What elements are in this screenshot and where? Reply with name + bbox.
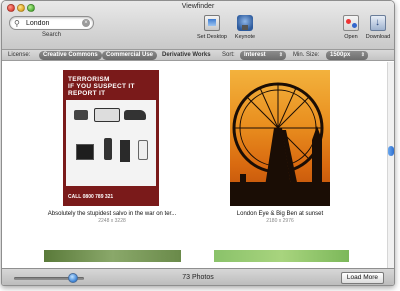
license-label: License: — [8, 52, 31, 58]
vertical-scrollbar[interactable] — [387, 62, 394, 268]
search-label: Search — [41, 32, 61, 38]
photo-caption: Absolutely the stupidest salvo in the wa… — [47, 211, 177, 217]
keynote-icon — [237, 15, 253, 31]
download-label: Download — [365, 34, 391, 40]
photo-dimensions: 2248 x 3228 — [98, 218, 126, 224]
app-window: Viewfinder ⚲ × Search Set Desktop Keynot… — [1, 0, 395, 286]
set-desktop-label: Set Desktop — [197, 34, 227, 40]
poster-phone: CALL 0800 789 321 — [68, 194, 114, 200]
set-desktop-button[interactable]: Set Desktop — [192, 15, 232, 40]
download-button[interactable]: Download — [363, 15, 393, 40]
popup-arrows-icon: ⇕ — [360, 52, 365, 58]
license-derivative-works[interactable]: Derivative Works — [162, 51, 211, 60]
open-label: Open — [344, 34, 358, 40]
set-desktop-icon — [204, 15, 220, 31]
photo-thumbnail-terrorism-poster[interactable]: TERRORISM IF YOU SUSPECT IT REPORT IT CALL… — [63, 70, 159, 206]
min-size-label: Min. Size: — [293, 52, 320, 58]
scroll-knob[interactable] — [388, 146, 394, 156]
bottom-bar: 73 Photos Load More — [2, 268, 394, 285]
mobile-phone-icon — [104, 138, 112, 160]
photo-count: 73 Photos — [182, 274, 214, 281]
camera-icon — [74, 110, 88, 120]
license-creative-commons[interactable]: Creative Commons — [39, 51, 102, 60]
photo-thumbnail-london-eye[interactable] — [230, 70, 330, 206]
popup-arrows-icon: ⇕ — [278, 52, 283, 58]
min-size-popup[interactable]: 1500px ⇕ — [326, 51, 368, 60]
search-field[interactable]: ⚲ × — [9, 16, 94, 30]
photo-thumbnail-partial[interactable] — [214, 250, 349, 262]
car-icon — [124, 110, 146, 120]
photo-dimensions: 2180 x 2976 — [266, 218, 294, 224]
photo-thumbnail-partial[interactable] — [44, 250, 181, 262]
chemical-bottle-icon — [138, 140, 148, 160]
van-icon — [94, 108, 120, 122]
clear-icon[interactable]: × — [82, 19, 90, 27]
open-button[interactable]: Open — [340, 15, 362, 40]
magnifier-icon: ⚲ — [14, 19, 20, 28]
sort-label: Sort: — [222, 52, 235, 58]
filter-bar: License: Creative Commons Commercial Use… — [2, 50, 394, 61]
photo-caption: London Eye & Big Ben at sunset — [236, 211, 324, 217]
sort-popup[interactable]: Interest ⇕ — [240, 51, 286, 60]
computer-icon — [76, 144, 94, 160]
poster-headline: TERRORISM IF YOU SUSPECT IT REPORT IT — [68, 76, 135, 97]
min-size-value: 1500px — [330, 52, 351, 58]
keynote-button[interactable]: Keynote — [230, 15, 260, 40]
download-icon — [370, 15, 386, 31]
london-eye-silhouette — [230, 82, 330, 206]
keynote-label: Keynote — [234, 34, 256, 40]
search-input[interactable] — [26, 18, 80, 29]
tower-pc-icon — [120, 140, 130, 162]
sort-value: Interest — [244, 52, 266, 58]
license-commercial-use[interactable]: Commercial Use — [102, 51, 158, 60]
poster-illustration — [66, 100, 156, 186]
load-more-button[interactable]: Load More — [340, 272, 384, 284]
toolbar: Viewfinder ⚲ × Search Set Desktop Keynot… — [2, 1, 394, 50]
window-title: Viewfinder — [181, 3, 215, 10]
open-icon — [343, 15, 359, 31]
photo-grid: TERRORISM IF YOU SUSPECT IT REPORT IT CALL… — [2, 62, 394, 268]
